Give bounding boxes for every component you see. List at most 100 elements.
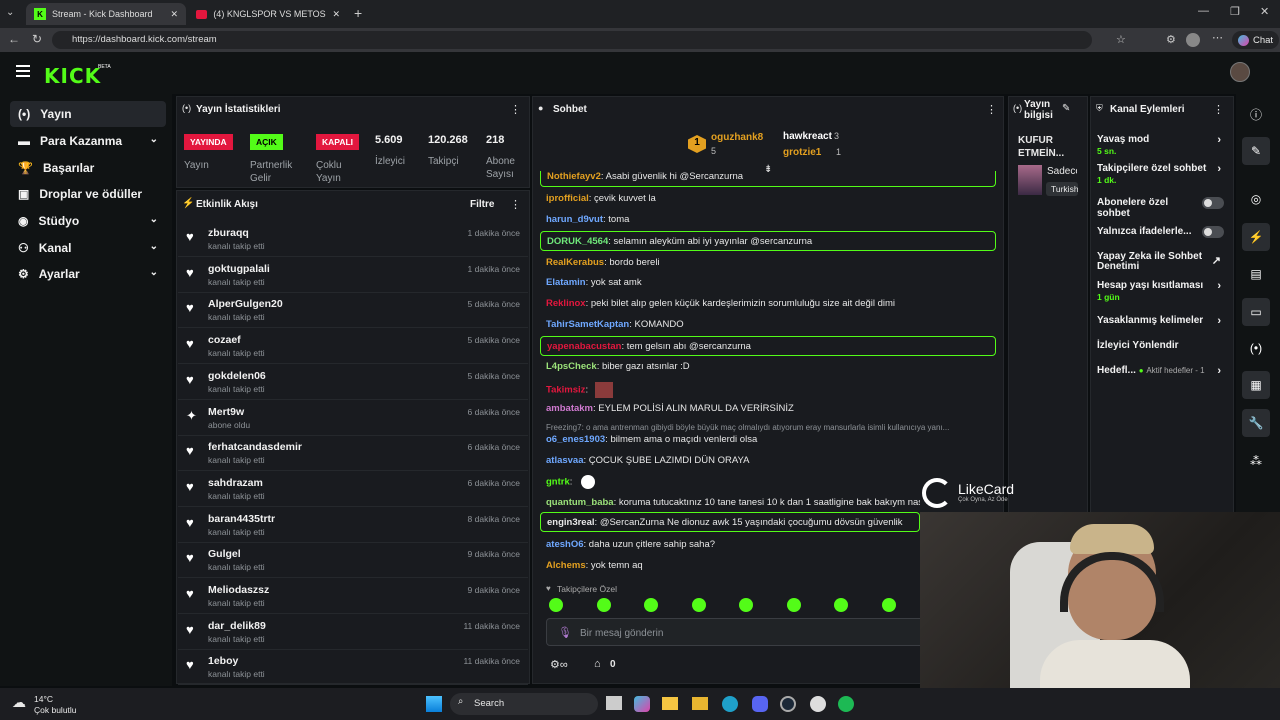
chat-message[interactable]: L4psCheck: biber gazı atsınlar :D: [540, 361, 996, 372]
emote-icon[interactable]: [786, 598, 801, 612]
sidebar-item-para-kazanma[interactable]: ▬ Para Kazanma ⌄: [10, 128, 166, 154]
capture-icon[interactable]: ◎: [1242, 185, 1270, 213]
close-tab-icon[interactable]: ✕: [332, 9, 340, 20]
emotes-only-toggle[interactable]: [1202, 226, 1224, 238]
chat-message[interactable]: harun_d9vut: toma: [540, 214, 996, 225]
chat-username[interactable]: Alchems: [546, 560, 586, 571]
store-icon[interactable]: ⌂: [594, 658, 601, 670]
close-tab-icon[interactable]: ✕: [170, 9, 178, 20]
banned-words-setting[interactable]: Yasaklanmış kelimeler ›: [1097, 315, 1227, 327]
chat-username[interactable]: ambatakm: [546, 403, 593, 414]
emote-icon[interactable]: [834, 598, 848, 612]
chat-username[interactable]: atlasvaa: [546, 455, 584, 466]
chat-message[interactable]: Reklinox: peki bilet alıp gelen küçük ka…: [540, 298, 996, 309]
file-explorer-icon[interactable]: [662, 697, 678, 710]
chat-message[interactable]: quantum_baba: koruma tutucaktınız 10 tan…: [540, 497, 920, 508]
chat-message[interactable]: RealKerabus: bordo bereli: [540, 257, 996, 268]
chat-username[interactable]: yapenabacustan: [547, 341, 621, 352]
chat-message[interactable]: engin3real: @SercanZurna Ne dionuz awk 1…: [540, 512, 920, 532]
url-field[interactable]: https://dashboard.kick.com/stream: [52, 31, 1092, 49]
edit-pencil-icon[interactable]: ✎: [1062, 103, 1070, 114]
layout-icon[interactable]: ▦: [1242, 371, 1270, 399]
spotify-icon[interactable]: [838, 696, 854, 712]
chat-message[interactable]: yapenabacustan: tem gelsın abı @sercanzu…: [540, 336, 996, 356]
goals-setting[interactable]: Hedefl... ● Aktif hedefler - 1 ›: [1097, 365, 1227, 377]
chat-username[interactable]: RealKerabus: [546, 257, 604, 268]
chat-message[interactable]: ateshO6: daha uzun çitlere sahip saha?: [540, 539, 920, 550]
chat-username[interactable]: ateshO6: [546, 539, 584, 550]
emote-icon[interactable]: [881, 598, 896, 612]
flash-icon[interactable]: ⚡: [1242, 223, 1270, 251]
copilot-chat-button[interactable]: Chat: [1232, 31, 1280, 49]
chat-message[interactable]: atlasvaa: ÇOCUK ŞUBE LAZIMDI DÜN ORAYA: [540, 455, 996, 466]
task-view-icon[interactable]: [606, 696, 622, 710]
edit-icon[interactable]: ✎: [1242, 137, 1270, 165]
chat-username[interactable]: Reklinox: [546, 298, 586, 309]
more-options-icon[interactable]: ⋮: [510, 103, 521, 116]
new-tab-icon[interactable]: +: [354, 5, 362, 21]
sidebar-item-droplar[interactable]: ▣ Droplar ve ödüller: [10, 181, 166, 207]
more-options-icon[interactable]: ⋮: [510, 198, 521, 211]
emote-icon[interactable]: [644, 598, 658, 612]
subscribers-only-setting[interactable]: Abonelere özel sohbet: [1097, 197, 1202, 219]
filter-button[interactable]: Filtre: [470, 199, 494, 210]
broadcast-icon[interactable]: (•): [1242, 334, 1270, 362]
chat-message[interactable]: iprofficial: çevik kuvvet la: [540, 193, 996, 204]
sidebar-item-kanal[interactable]: ⚇ Kanal ⌄: [10, 235, 166, 261]
restore-icon[interactable]: ❐: [1230, 5, 1240, 18]
sidebar-item-basarilar[interactable]: 🏆 Başarılar: [10, 155, 166, 181]
chat-username[interactable]: engin3real: [547, 517, 595, 528]
windows-start-icon[interactable]: [426, 696, 442, 712]
chat-username[interactable]: TahirSametKaptan: [546, 319, 629, 330]
chat-message[interactable]: Takimsiz:: [540, 382, 996, 398]
settings-link-icon[interactable]: ⚙∞: [550, 658, 568, 671]
chat-username[interactable]: iprofficial: [546, 193, 589, 204]
more-menu-icon[interactable]: ⋯: [1212, 31, 1223, 44]
chat-username[interactable]: harun_d9vut: [546, 214, 603, 225]
chat-username[interactable]: Nothiefayv2: [547, 171, 601, 182]
raid-setting[interactable]: İzleyici Yönlendir: [1097, 340, 1227, 351]
folder-icon[interactable]: [692, 697, 708, 710]
chat-message[interactable]: o6_enes1903: bilmem ama o maçıdı venlerd…: [540, 434, 996, 445]
slow-mode-setting[interactable]: Yavaş mod 5 sn. ›: [1097, 134, 1227, 156]
emote-icon[interactable]: [691, 598, 706, 612]
chat-username[interactable]: Takimsiz: [546, 385, 585, 396]
emote-icon[interactable]: [596, 598, 611, 612]
chat-icon[interactable]: ▭: [1242, 298, 1270, 326]
sidebar-item-yayin[interactable]: (•) Yayın: [10, 101, 166, 127]
tab-kick-dashboard[interactable]: K Stream - Kick Dashboard ✕: [26, 3, 186, 25]
account-age-setting[interactable]: Hesap yaşı kısıtlaması 1 gün ›: [1097, 280, 1227, 302]
discord-icon[interactable]: [752, 696, 768, 712]
followers-only-setting[interactable]: Takipçilere özel sohbet 1 dk. ›: [1097, 163, 1227, 185]
more-options-icon[interactable]: ⋮: [986, 103, 997, 116]
steam-icon[interactable]: [780, 696, 796, 712]
chat-message[interactable]: Alchems: yok temn aq: [540, 560, 920, 571]
share-icon[interactable]: ⁂: [1242, 447, 1270, 475]
sidebar-item-studyo[interactable]: ◉ Stüdyo ⌄: [10, 208, 166, 234]
chat-username[interactable]: L4psCheck: [546, 361, 597, 372]
chat-username[interactable]: gntrk: [546, 477, 570, 488]
close-window-icon[interactable]: ✕: [1260, 5, 1269, 18]
chat-username[interactable]: o6_enes1903: [546, 434, 605, 445]
refresh-icon[interactable]: ↻: [32, 32, 42, 46]
chat-username[interactable]: Elatamin: [546, 277, 586, 288]
github-icon[interactable]: [810, 696, 826, 712]
kick-logo[interactable]: KICK: [44, 64, 101, 88]
chat-message[interactable]: ambatakm: EYLEM POLİSİ ALIN MARUL DA VER…: [540, 403, 996, 414]
emotes-only-setting[interactable]: Yalnızca ifadelerle...: [1097, 226, 1202, 237]
user-avatar[interactable]: [1230, 62, 1250, 82]
copilot-app-icon[interactable]: [634, 696, 650, 712]
more-options-icon[interactable]: ⋮: [1213, 103, 1224, 116]
tab-youtube-stream[interactable]: (4) KNGLSPOR VS METOSPOR! KU ✕: [188, 3, 348, 25]
chat-message[interactable]: Elatamin: yok sat amk: [540, 277, 996, 288]
hamburger-menu-icon[interactable]: [16, 65, 30, 77]
chat-message[interactable]: Nothiefayv2: Asabi güvenlik hi @Sercanzu…: [540, 171, 996, 187]
chat-username[interactable]: quantum_baba: [546, 497, 614, 508]
taskbar-search[interactable]: ⌕ Search: [450, 693, 598, 715]
info-icon[interactable]: ⓘ: [1242, 100, 1270, 128]
chat-message[interactable]: gntrk:: [540, 475, 920, 489]
emote-icon[interactable]: [549, 598, 563, 612]
chat-message[interactable]: TahirSametKaptan: KOMANDO: [540, 319, 996, 330]
ai-moderation-setting[interactable]: Yapay Zeka ile Sohbet Denetimi ↗: [1097, 252, 1227, 272]
microphone-icon[interactable]: 🎙: [558, 626, 572, 639]
